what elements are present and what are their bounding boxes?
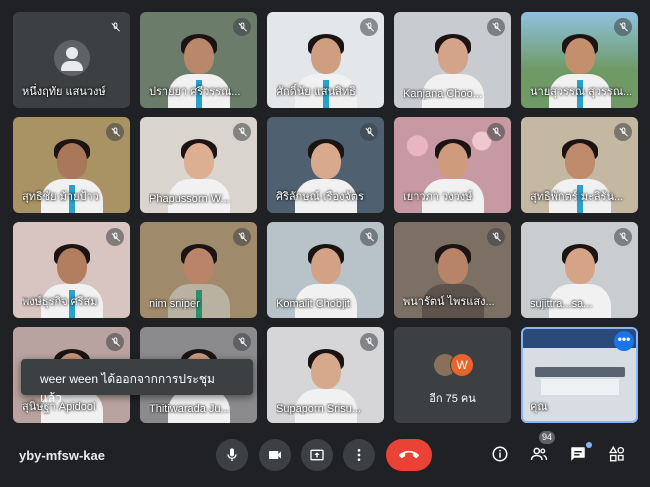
participant-tile[interactable]: สุทธิชัย ม้ายป้าว xyxy=(13,117,130,213)
participant-name: Phapussorn W... xyxy=(149,193,230,205)
participant-name: หนึ่งฤทัย แสนวงษ์ xyxy=(22,86,106,98)
more-vertical-icon xyxy=(357,449,361,461)
mic-off-icon xyxy=(614,18,632,36)
participant-name: สุนิษฐา Apidool xyxy=(22,397,124,415)
self-view-tile[interactable]: ••• คุณ xyxy=(521,327,638,423)
participant-name: สุทธิพักตร์ มะลิรัน... xyxy=(530,191,624,203)
participant-tile[interactable]: เยาวภา วงวงษ์ xyxy=(394,117,511,213)
mic-off-icon xyxy=(106,333,124,351)
more-options-button[interactable]: ••• xyxy=(614,331,634,351)
camera-button[interactable] xyxy=(259,439,291,471)
mic-off-icon xyxy=(360,228,378,246)
mic-off-icon xyxy=(360,333,378,351)
participant-name: Supaporn Srisu... xyxy=(276,403,361,415)
participant-name: sujittra...sa... xyxy=(530,298,593,310)
mic-off-icon xyxy=(487,123,505,141)
participant-tile[interactable]: พนารัตน์ ไพรแสง... xyxy=(394,222,511,318)
notification-toast: weer ween ได้ออกจากการประชุมแล้ว xyxy=(21,359,253,405)
participant-name: nim sniper xyxy=(149,298,200,310)
people-icon xyxy=(530,447,548,461)
avatar: W xyxy=(450,353,474,377)
participant-tile[interactable]: Supaporn Srisu... xyxy=(267,327,384,423)
mic-off-icon xyxy=(360,18,378,36)
present-screen-icon xyxy=(310,449,324,461)
participant-tile[interactable]: ศักดิ์นัย แสนสิทธิ xyxy=(267,12,384,108)
user-avatar-icon xyxy=(53,40,90,76)
participant-tile[interactable]: หนึ่งฤทัย แสนวงษ์ xyxy=(13,12,130,108)
participant-name: สุทธิชัย ม้ายป้าว xyxy=(22,191,99,203)
microphone-button[interactable] xyxy=(216,439,248,471)
mic-off-icon xyxy=(233,18,251,36)
participant-name: ศิริลักษณ์ เรืองจัตร xyxy=(276,191,364,203)
more-participants-avatars: W xyxy=(433,353,481,379)
participant-name: Kanjana Choo... xyxy=(403,88,482,100)
mic-off-icon xyxy=(487,228,505,246)
participant-tile[interactable]: nim sniper xyxy=(140,222,257,318)
unread-indicator xyxy=(586,442,592,448)
activities-button[interactable] xyxy=(606,443,628,465)
mic-off-icon xyxy=(106,228,124,246)
participant-count-badge: 94 xyxy=(539,431,556,444)
end-call-button[interactable] xyxy=(386,439,432,471)
mic-off-icon xyxy=(614,228,632,246)
participant-tile[interactable]: Kanjana Choo... xyxy=(394,12,511,108)
camera-icon xyxy=(269,451,281,459)
chat-icon xyxy=(571,447,585,461)
mic-off-icon xyxy=(614,123,632,141)
participant-tile[interactable]: Komalit Chobjit xyxy=(267,222,384,318)
info-icon xyxy=(492,446,508,462)
participant-name: เยาวภา วงวงษ์ xyxy=(403,191,473,203)
table-cloth xyxy=(541,379,619,395)
participant-name: พงษ์ธุรกิจ ศรีสม xyxy=(22,296,98,308)
participant-name: พนารัตน์ ไพรแสง... xyxy=(403,296,495,308)
bottom-control-bar: yby-mfsw-kae 94 xyxy=(0,430,650,487)
participant-name: คุณ xyxy=(530,401,548,413)
more-actions-button[interactable] xyxy=(343,439,375,471)
participant-tile[interactable]: พงษ์ธุรกิจ ศรีสม xyxy=(13,222,130,318)
participant-name: ศักดิ์นัย แสนสิทธิ xyxy=(276,86,356,98)
mic-off-icon xyxy=(360,123,378,141)
hang-up-icon xyxy=(399,450,419,459)
mic-off-icon xyxy=(487,18,505,36)
participant-name: Komalit Chobjit xyxy=(276,298,350,310)
participant-tile[interactable]: สุทธิพักตร์ มะลิรัน... xyxy=(521,117,638,213)
meeting-code: yby-mfsw-kae xyxy=(19,448,105,463)
conference-table xyxy=(535,367,625,377)
shapes-icon xyxy=(609,445,625,462)
participant-name: Thitiwarada Ju... xyxy=(149,403,230,415)
participant-tile[interactable]: Phapussorn W... xyxy=(140,117,257,213)
participant-tile[interactable]: ศิริลักษณ์ เรืองจัตร xyxy=(267,117,384,213)
participant-name: ปรายยา ศรีวรรณ... xyxy=(149,86,241,98)
mic-off-icon xyxy=(233,333,251,351)
participant-tile[interactable]: นายสุวรรณ สุวรรณ... xyxy=(521,12,638,108)
mic-off-icon xyxy=(233,228,251,246)
participant-tile[interactable]: sujittra...sa... xyxy=(521,222,638,318)
microphone-icon xyxy=(227,448,237,461)
meeting-info-button[interactable] xyxy=(489,443,511,465)
participant-name: นายสุวรรณ สุวรรณ... xyxy=(530,86,632,98)
more-participants-label: อีก 75 คน xyxy=(429,393,476,405)
participant-tile[interactable]: ปรายยา ศรีวรรณ... xyxy=(140,12,257,108)
present-screen-button[interactable] xyxy=(301,439,333,471)
mic-off-icon xyxy=(233,123,251,141)
mic-off-icon xyxy=(106,123,124,141)
more-participants-tile[interactable]: W อีก 75 คน xyxy=(394,327,511,423)
participants-button[interactable] xyxy=(528,443,550,465)
mic-off-icon xyxy=(106,18,124,36)
